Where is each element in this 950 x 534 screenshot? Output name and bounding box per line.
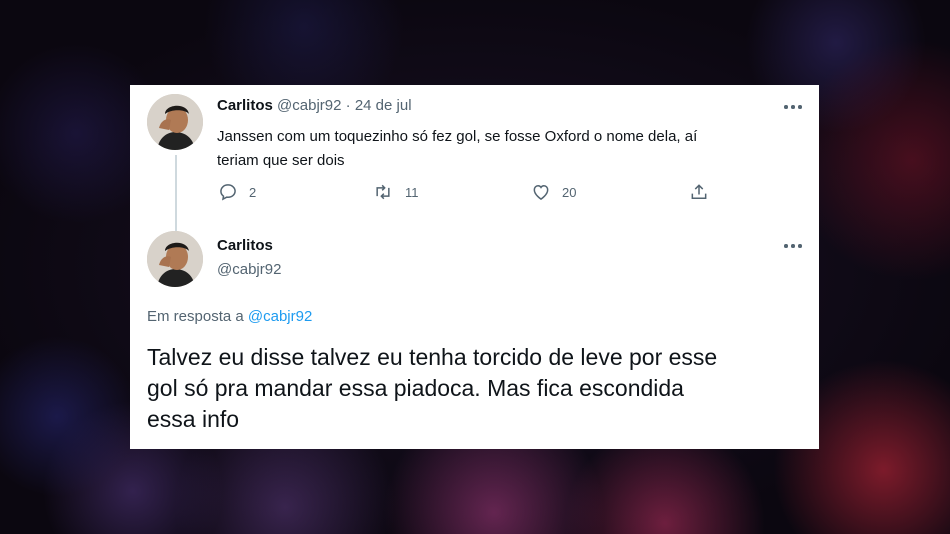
tweet-text: Talvez eu disse talvez eu tenha torcido … xyxy=(147,342,717,435)
reply-button[interactable]: 2 xyxy=(218,182,256,202)
like-icon xyxy=(533,184,549,200)
tweet-text-line: Talvez eu disse talvez eu tenha torcido … xyxy=(147,344,718,370)
reply-count: 2 xyxy=(249,184,257,200)
reply-prefix: Em resposta a xyxy=(147,308,244,325)
like-button[interactable]: 20 xyxy=(531,182,576,202)
tweet-thread-card: Carlitos @cabjr92 · 24 de jul Janssen co… xyxy=(130,85,819,449)
retweet-button[interactable]: 11 xyxy=(372,182,419,202)
tweet-text-line: essa info xyxy=(147,406,240,432)
author-name[interactable]: Carlitos xyxy=(217,237,273,254)
like-count: 20 xyxy=(562,184,577,200)
tweet-text-line: Janssen com um toquezinho só fez gol, se… xyxy=(217,128,698,145)
reply-icon xyxy=(220,184,236,201)
share-icon xyxy=(691,184,707,199)
author-name[interactable]: Carlitos xyxy=(217,97,273,114)
tweet-text-line: teriam que ser dois xyxy=(217,152,345,169)
author-handle[interactable]: @cabjr92 xyxy=(277,97,341,114)
share-button[interactable] xyxy=(689,182,709,202)
more-icon[interactable] xyxy=(784,243,804,249)
reply-context: Em resposta a @cabjr92 xyxy=(147,308,312,325)
more-icon[interactable] xyxy=(784,104,804,110)
reply-mention-link[interactable]: @cabjr92 xyxy=(248,308,312,325)
thread-connector-line xyxy=(175,155,177,235)
retweet-count: 11 xyxy=(405,184,419,200)
avatar[interactable] xyxy=(147,231,203,287)
retweet-icon xyxy=(376,184,390,200)
tweet-text-line: gol só pra mandar essa piadoca. Mas fica… xyxy=(147,375,684,401)
tweet-date[interactable]: 24 de jul xyxy=(355,97,412,114)
author-handle[interactable]: @cabjr92 xyxy=(217,261,281,278)
avatar[interactable] xyxy=(147,94,203,150)
tweet-header: Carlitos @cabjr92 · 24 de jul xyxy=(217,97,412,114)
separator-dot: · xyxy=(345,97,351,114)
tweet-text: Janssen com um toquezinho só fez gol, se… xyxy=(217,125,697,173)
